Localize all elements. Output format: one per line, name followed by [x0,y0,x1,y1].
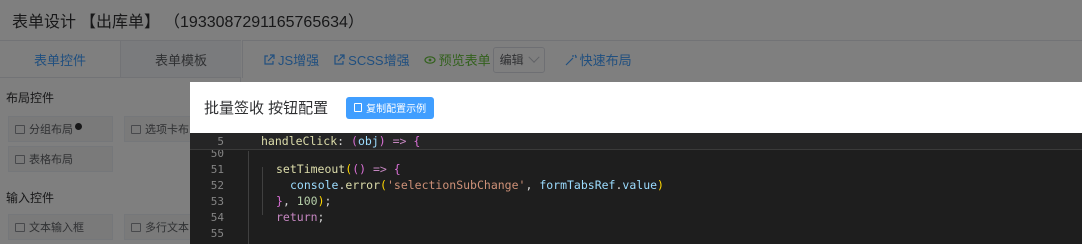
line-number: 52 [210,178,224,192]
code-line-53: 53 }, 100); [190,193,1082,209]
code-token: => [366,162,394,176]
copy-button-label: 复制配置示例 [366,104,427,115]
sticky-scroll-line[interactable]: 5 handleClick: (obj) => { [190,133,1082,150]
code-token: formTabsRef [539,178,616,192]
code-token: obj [357,134,379,148]
code-token: => [385,134,414,148]
code-token: : [337,134,352,148]
line-number: 53 [210,194,224,208]
code-line-55: 55 [190,225,1082,241]
code-token: 100 [296,194,318,208]
line-number: 5 [217,134,224,148]
code-line-51: 51 setTimeout(() => { [190,161,1082,177]
line-number: 55 [210,226,224,240]
code-token: error [345,178,381,192]
code-token: value [622,178,658,192]
code-token: 'selectionSubChange' [386,178,526,192]
line-number: 54 [210,210,224,224]
line-number: 51 [210,162,224,176]
copy-config-example-button[interactable]: 复制配置示例 [346,96,435,119]
dialog-header: 批量签收 按钮配置 复制配置示例 [190,82,1082,133]
code-token: setTimeout [276,162,346,176]
code-line-54: 54 return; [190,209,1082,225]
code-editor[interactable]: 50 5 handleClick: (obj) => { 51 setTimeo… [190,133,1082,244]
dialog-title: 批量签收 按钮配置 [204,100,329,117]
button-config-dialog: 批量签收 按钮配置 复制配置示例 50 5 handleClick: (obj)… [190,82,1082,244]
code-token: handleClick [261,134,338,148]
copy-icon [354,103,363,112]
code-token: console [290,178,339,192]
code-token: return [276,210,318,224]
code-line-52: 52 console.error('selectionSubChange', f… [190,177,1082,193]
